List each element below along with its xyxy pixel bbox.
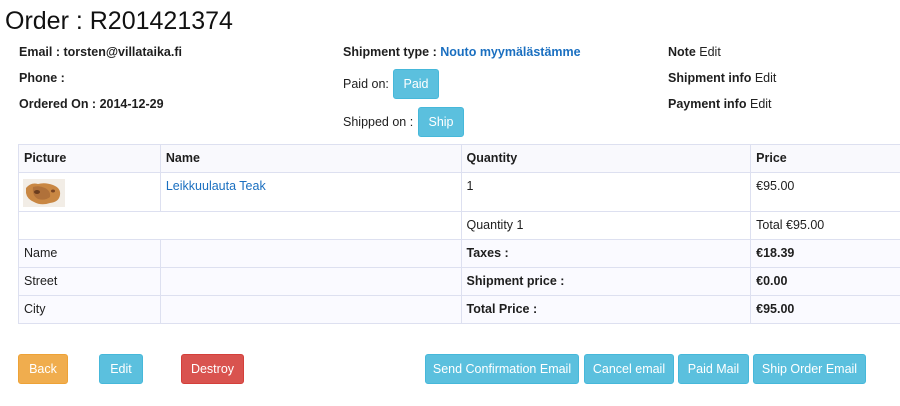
address-street-label: Street: [18, 267, 161, 296]
phone-label: Phone :: [19, 71, 65, 85]
ship-order-email-button[interactable]: Ship Order Email: [753, 354, 866, 384]
shipment-type-value[interactable]: Nouto myymälästämme: [440, 45, 580, 59]
cancel-email-button[interactable]: Cancel email: [584, 354, 674, 384]
taxes-value: €18.39: [750, 239, 900, 268]
total-price-label: Total Price :: [460, 295, 752, 324]
table-row: Street Shipment price : €0.00: [18, 267, 900, 296]
shipment-type-row: Shipment type : Nouto myymälästämme: [343, 44, 581, 60]
column-header-name: Name: [159, 144, 462, 173]
shipment-info-label: Shipment info: [668, 71, 752, 85]
column-header-picture: Picture: [18, 144, 161, 173]
table-row: City Total Price : €95.00: [18, 295, 900, 324]
back-button[interactable]: Back: [18, 354, 68, 384]
ordered-label: Ordered On :: [19, 97, 97, 111]
send-confirmation-email-button[interactable]: Send Confirmation Email: [425, 354, 579, 384]
email-label: Email :: [19, 45, 60, 59]
shipment-price-value: €0.00: [750, 267, 900, 296]
product-quantity: 1: [460, 172, 752, 212]
product-picture-cell: [18, 172, 161, 212]
note-edit-link[interactable]: Edit: [699, 45, 721, 59]
edit-button[interactable]: Edit: [99, 354, 143, 384]
email-row: Email : torsten@villataika.fi: [19, 44, 182, 60]
product-price: €95.00: [750, 172, 900, 212]
email-value: torsten@villataika.fi: [63, 45, 182, 59]
note-row: Note Edit: [668, 44, 721, 60]
order-table: Picture Name Quantity Price Leikkuulauta…: [18, 144, 900, 324]
address-city-label: City: [18, 295, 161, 324]
phone-row: Phone :: [19, 70, 65, 86]
payment-info-row: Payment info Edit: [668, 96, 772, 112]
paid-mail-button[interactable]: Paid Mail: [678, 354, 749, 384]
product-name-cell: Leikkuulauta Teak: [159, 172, 462, 212]
payment-info-label: Payment info: [668, 97, 747, 111]
total-price-value: €95.00: [750, 295, 900, 324]
summary-quantity: Quantity 1: [460, 211, 752, 240]
payment-info-edit-link[interactable]: Edit: [750, 97, 772, 111]
product-name-link[interactable]: Leikkuulauta Teak: [166, 179, 266, 193]
ship-button[interactable]: Ship: [418, 107, 464, 137]
shipped-label: Shipped on :: [343, 115, 414, 129]
destroy-button[interactable]: Destroy: [181, 354, 244, 384]
shipment-info-edit-link[interactable]: Edit: [755, 71, 777, 85]
shipment-type-label: Shipment type :: [343, 45, 437, 59]
paid-button[interactable]: Paid: [393, 69, 439, 99]
address-name-label: Name: [18, 239, 161, 268]
shipment-price-label: Shipment price :: [460, 267, 752, 296]
paid-label: Paid on:: [343, 77, 389, 91]
summary-row: Quantity 1 Total €95.00: [18, 211, 900, 240]
table-row: Leikkuulauta Teak 1 €95.00: [18, 172, 900, 212]
summary-total: Total €95.00: [750, 211, 900, 240]
table-header-row: Picture Name Quantity Price: [18, 144, 900, 173]
table-row: Name Taxes : €18.39: [18, 239, 900, 268]
taxes-label: Taxes :: [460, 239, 752, 268]
ordered-row: Ordered On : 2014-12-29: [19, 96, 164, 112]
product-thumbnail[interactable]: [23, 179, 65, 207]
ordered-value: 2014-12-29: [99, 97, 164, 111]
column-header-quantity: Quantity: [460, 144, 752, 173]
column-header-price: Price: [750, 144, 900, 173]
note-label: Note: [668, 45, 696, 59]
page-title: Order : R201421374: [5, 7, 233, 35]
shipment-info-row: Shipment info Edit: [668, 70, 776, 86]
